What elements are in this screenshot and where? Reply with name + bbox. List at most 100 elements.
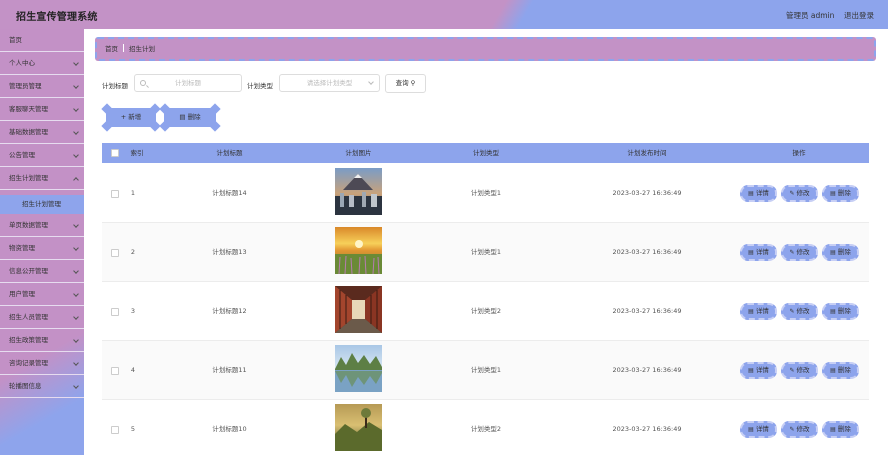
edit-button[interactable]: ✎ 修改 (781, 185, 818, 202)
edit-label: 修改 (796, 366, 810, 374)
pencil-icon: ✎ (789, 367, 795, 374)
sidebar-item-recruiters[interactable]: 招生人员管理 (0, 306, 84, 329)
delete-button[interactable]: ▤ 删除 (822, 362, 859, 379)
chevron-down-icon (73, 83, 79, 89)
trash-icon: ▤ (830, 426, 836, 433)
edit-label: 修改 (796, 248, 810, 256)
sidebar-item-disclosure[interactable]: 信息公开管理 (0, 260, 84, 283)
plus-icon: + (120, 113, 127, 121)
sidebar-item-label: 咨询记录管理 (9, 359, 48, 367)
breadcrumb-current: 招生计划 (129, 45, 155, 53)
sidebar-item-users[interactable]: 用户管理 (0, 283, 84, 306)
title-label: 计划标题 (102, 82, 128, 90)
trash-icon: ▤ (830, 249, 836, 256)
row-checkbox[interactable] (111, 249, 119, 257)
sidebar-item-label: 首页 (9, 36, 22, 44)
chevron-down-icon (73, 337, 79, 343)
delete-label: 删除 (837, 248, 851, 256)
pencil-icon: ✎ (789, 249, 795, 256)
detail-button[interactable]: ▤ 详情 (740, 421, 777, 438)
col-image: 计划图片 (345, 149, 372, 157)
sidebar-item-chat[interactable]: 客服聊天管理 (0, 98, 84, 121)
sidebar-item-label: 招生计划管理 (9, 174, 48, 182)
breadcrumb: 首页 招生计划 (95, 37, 876, 61)
row-checkbox[interactable] (111, 426, 119, 434)
cell-type: 计划类型1 (470, 366, 502, 374)
delete-button[interactable]: ▤ 删除 (822, 185, 859, 202)
table-row: 1 计划标题14 计划类型1 2023-03-27 16:36:49 ▤ 详情 ✎… (102, 164, 869, 223)
select-all-checkbox[interactable] (111, 149, 119, 157)
delete-button[interactable]: ▤ 删除 (822, 421, 859, 438)
edit-button[interactable]: ✎ 修改 (781, 303, 818, 320)
title-search-input[interactable]: 计划标题 (134, 74, 242, 92)
cell-time: 2023-03-27 16:36:49 (612, 425, 682, 433)
sidebar-item-notices[interactable]: 公告管理 (0, 144, 84, 167)
sidebar-subitem-plan-manage[interactable]: 招生计划管理 (0, 195, 84, 214)
sidebar-item-label: 物资管理 (9, 244, 35, 252)
detail-button[interactable]: ▤ 详情 (740, 303, 777, 320)
breadcrumb-home[interactable]: 首页 (105, 45, 118, 53)
chevron-down-icon (73, 129, 79, 135)
batch-delete-button[interactable]: ▤ 删除 (159, 108, 221, 132)
title-placeholder: 计划标题 (175, 79, 201, 87)
sidebar-item-carousel[interactable]: 轮播图信息 (0, 375, 84, 398)
delete-button[interactable]: ▤ 删除 (822, 303, 859, 320)
cell-time: 2023-03-27 16:36:49 (612, 307, 682, 315)
row-checkbox[interactable] (111, 190, 119, 198)
sidebar-item-home[interactable]: 首页 (0, 29, 84, 52)
add-button[interactable]: + 新增 (101, 108, 161, 132)
cell-type: 计划类型2 (470, 307, 502, 315)
type-label: 计划类型 (247, 82, 273, 90)
cell-type: 计划类型1 (470, 189, 502, 197)
row-checkbox[interactable] (111, 308, 119, 316)
cell-index: 4 (130, 366, 136, 374)
cell-index: 3 (130, 307, 136, 315)
cell-title: 计划标题13 (212, 248, 247, 256)
row-checkbox[interactable] (111, 367, 119, 375)
query-label: 查询 (395, 79, 409, 87)
chevron-down-icon (73, 106, 79, 112)
query-button[interactable]: 查询 ⚲ (385, 74, 426, 93)
add-label: 新增 (128, 113, 142, 121)
cell-time: 2023-03-27 16:36:49 (612, 189, 682, 197)
plan-image (335, 227, 382, 274)
col-ops: 操作 (792, 149, 806, 157)
cell-index: 5 (130, 425, 136, 433)
table-header: 索引 计划标题 计划图片 计划类型 计划发布时间 操作 (102, 143, 869, 163)
detail-label: 详情 (755, 425, 769, 433)
logout-link[interactable]: 退出登录 (844, 10, 874, 21)
sidebar-item-profile[interactable]: 个人中心 (0, 52, 84, 75)
sidebar-item-basic-data[interactable]: 基础数据管理 (0, 121, 84, 144)
table-row: 3 计划标题12 计划类型2 2023-03-27 16:36:49 ▤ 详情 ✎… (102, 282, 869, 341)
trash-icon: ▤ (830, 308, 836, 315)
chevron-down-icon (73, 268, 79, 274)
detail-button[interactable]: ▤ 详情 (740, 362, 777, 379)
pencil-icon: ✎ (789, 426, 795, 433)
search-icon: ⚲ (410, 79, 416, 87)
top-header: 招生宣传管理系统 管理员 admin 退出登录 (0, 0, 888, 29)
detail-button[interactable]: ▤ 详情 (740, 244, 777, 261)
chevron-up-icon (73, 177, 79, 183)
detail-button[interactable]: ▤ 详情 (740, 185, 777, 202)
plan-image (335, 404, 382, 451)
sidebar-item-label: 管理员管理 (9, 82, 42, 90)
sidebar-item-plans[interactable]: 招生计划管理 (0, 167, 84, 190)
col-time: 计划发布时间 (627, 149, 667, 157)
edit-button[interactable]: ✎ 修改 (781, 421, 818, 438)
sidebar-item-pages[interactable]: 单页数据管理 (0, 214, 84, 237)
trash-icon: ▤ (830, 367, 836, 374)
sidebar-item-consult[interactable]: 咨询记录管理 (0, 352, 84, 375)
sidebar-item-policies[interactable]: 招生政策管理 (0, 329, 84, 352)
delete-button[interactable]: ▤ 删除 (822, 244, 859, 261)
type-select[interactable]: 请选择计划类型 (279, 74, 380, 92)
sidebar-item-materials[interactable]: 物资管理 (0, 237, 84, 260)
chevron-down-icon (73, 60, 79, 66)
app-title: 招生宣传管理系统 (16, 12, 98, 23)
cell-index: 2 (130, 248, 136, 256)
sidebar-item-admins[interactable]: 管理员管理 (0, 75, 84, 98)
sidebar-item-label: 轮播图信息 (9, 382, 42, 390)
edit-button[interactable]: ✎ 修改 (781, 362, 818, 379)
edit-button[interactable]: ✎ 修改 (781, 244, 818, 261)
delete-label: 删除 (837, 307, 851, 315)
detail-label: 详情 (755, 189, 769, 197)
